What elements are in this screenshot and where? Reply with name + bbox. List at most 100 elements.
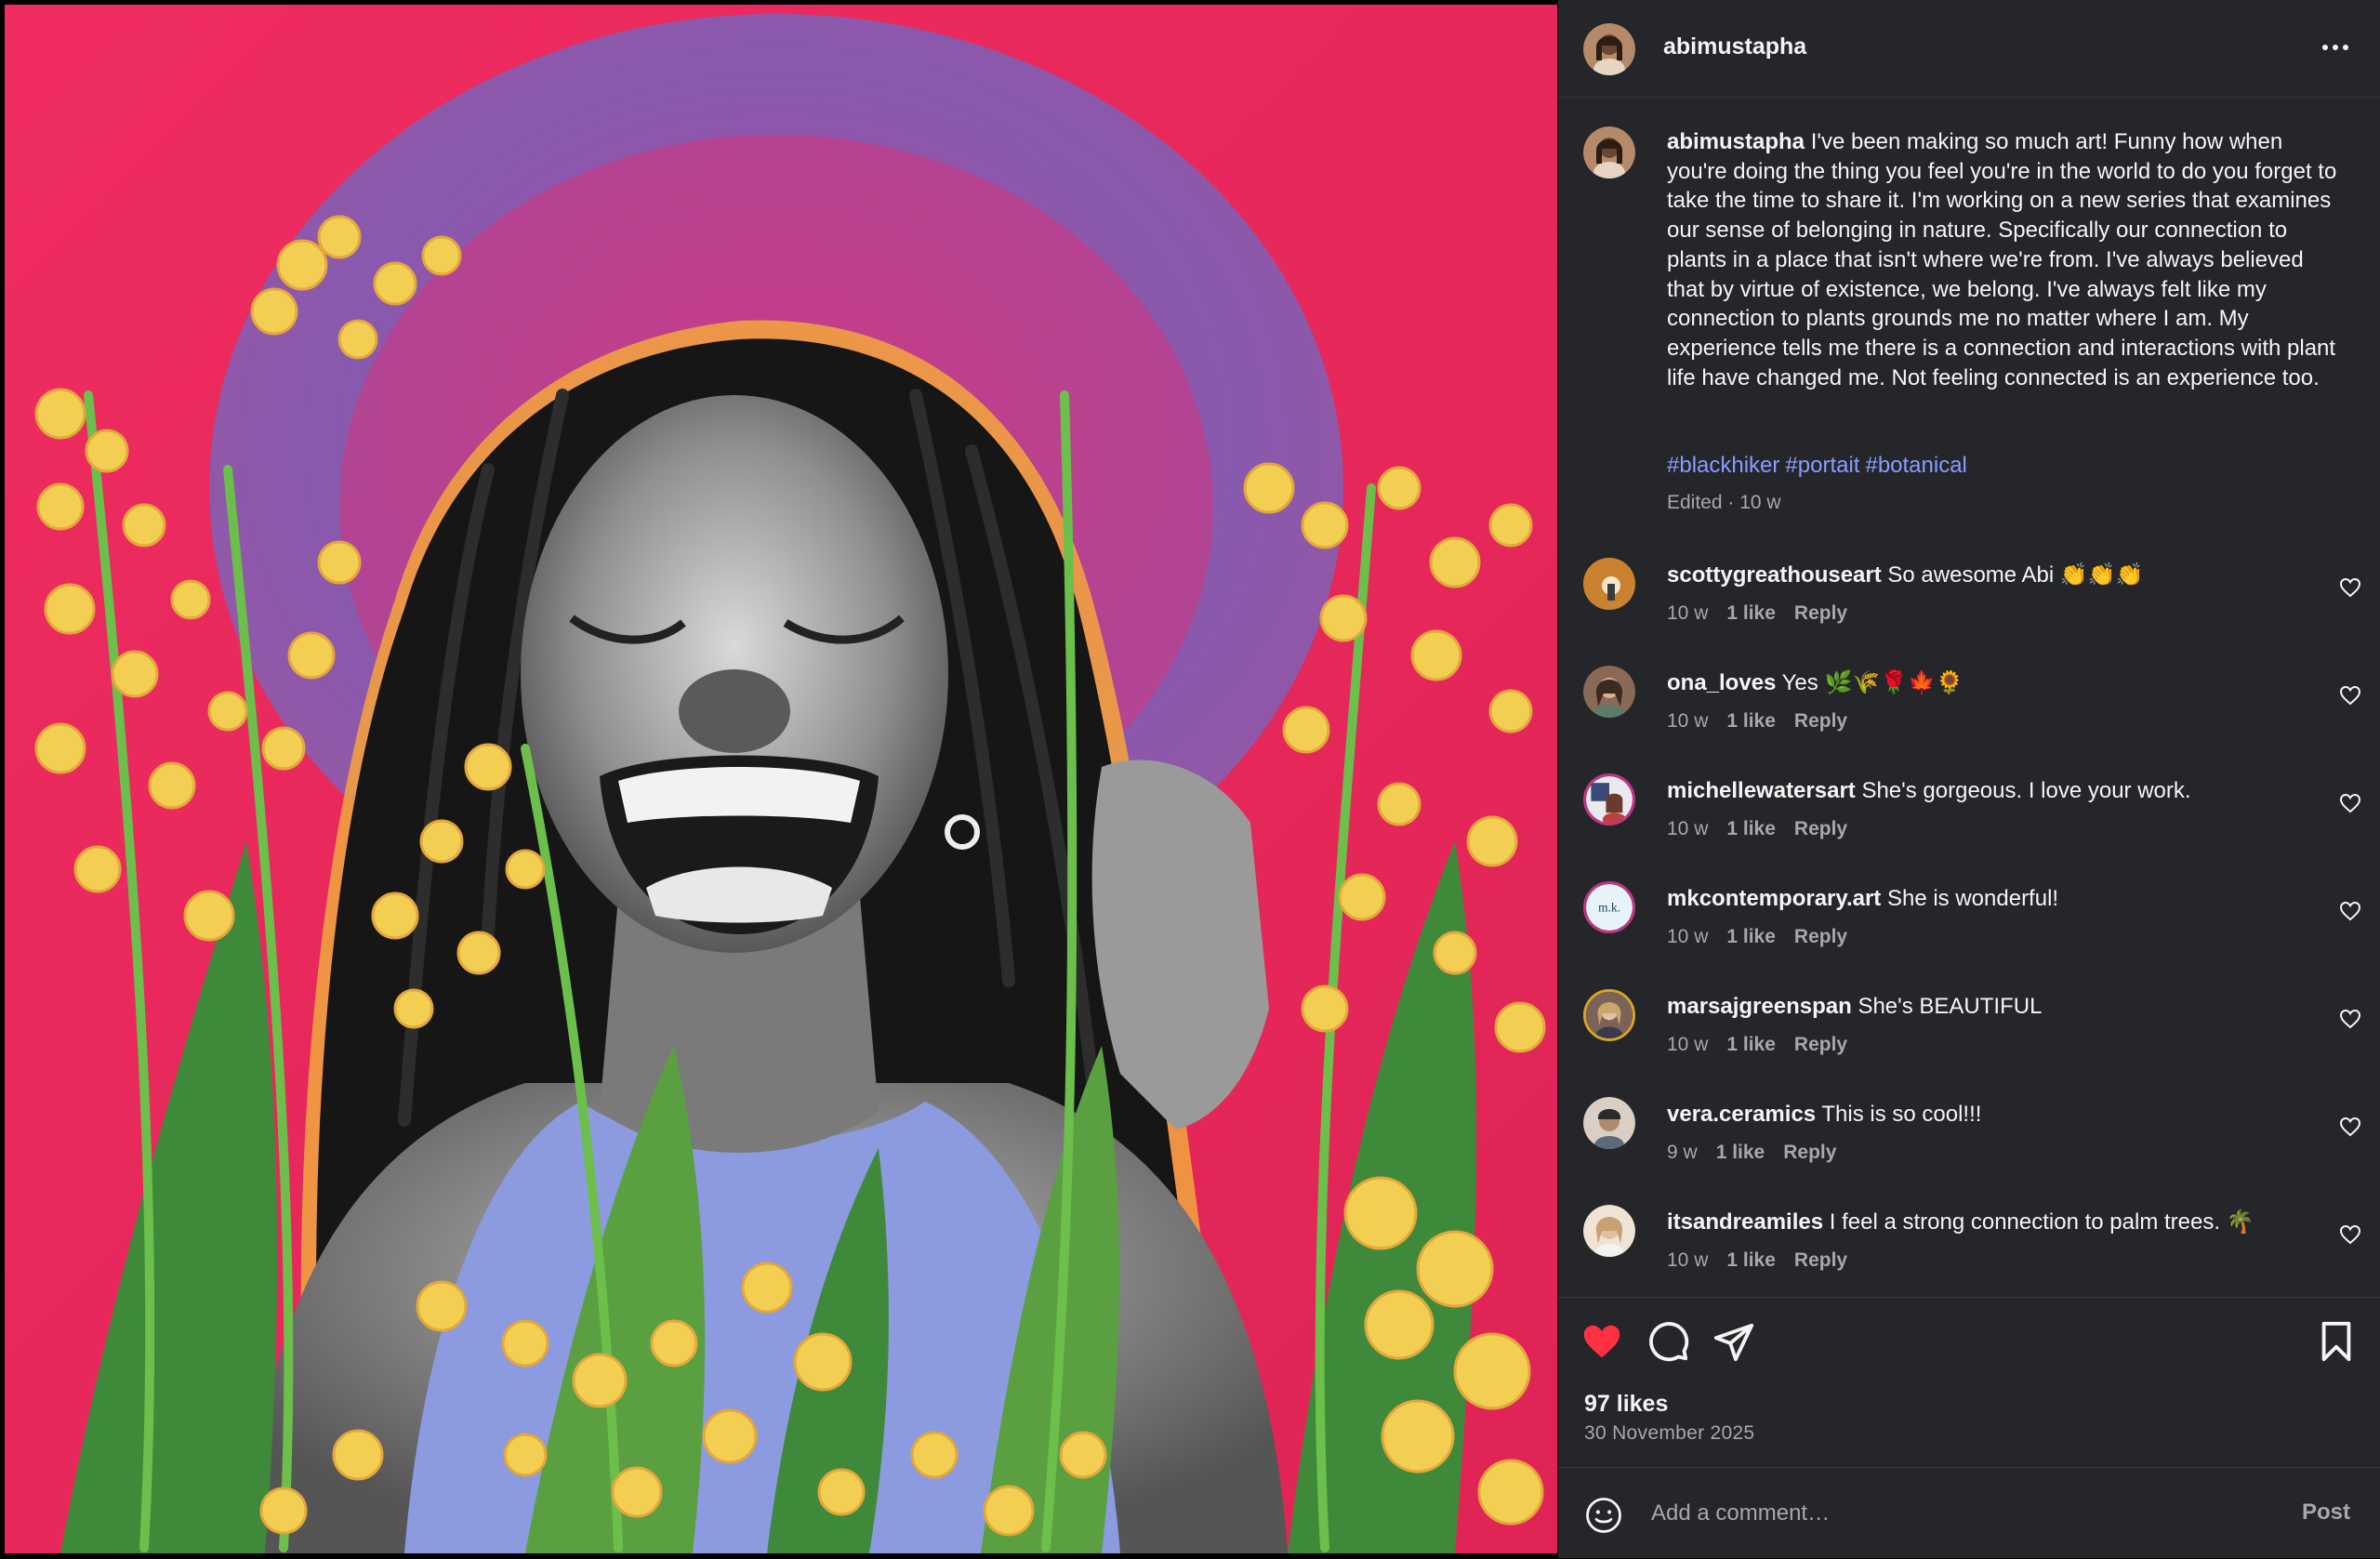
comment-heart-icon[interactable] xyxy=(2339,1008,2361,1030)
comment-time: 10 w xyxy=(1667,926,1709,947)
comment-body: mkcontemporary.art She is wonderful! xyxy=(1667,885,2299,913)
comment-time: 10 w xyxy=(1667,1249,1709,1271)
comment-time: 10 w xyxy=(1667,1034,1709,1055)
share-icon[interactable] xyxy=(1712,1320,1755,1363)
caption-author-avatar[interactable] xyxy=(1583,126,1635,178)
post-date: 30 November 2025 xyxy=(1584,1422,1755,1444)
reply-button[interactable]: Reply xyxy=(1794,926,1847,947)
comment-text: She is wonderful! xyxy=(1886,886,2059,911)
commenter-username[interactable]: mkcontemporary.art xyxy=(1667,886,1881,911)
comment-input[interactable] xyxy=(1649,1492,2229,1535)
comment-icon[interactable] xyxy=(1647,1320,1690,1363)
more-options-icon[interactable] xyxy=(2317,32,2354,63)
hashtag-link[interactable]: #botanical xyxy=(1865,453,1966,478)
post-actions: 97 likes 30 November 2025 xyxy=(1558,1297,2380,1465)
comment-heart-icon[interactable] xyxy=(2339,684,2361,707)
comment-time: 10 w xyxy=(1667,710,1709,732)
comment-meta: 10 w 1 like Reply xyxy=(1667,1249,1866,1272)
reply-button[interactable]: Reply xyxy=(1794,710,1847,732)
comment-body: itsandreamiles I feel a strong connectio… xyxy=(1667,1209,2299,1236)
emoji-icon[interactable] xyxy=(1584,1496,1623,1535)
comment-item: m.k. mkcontemporary.art She is wonderful… xyxy=(1558,881,2380,984)
author-avatar[interactable] xyxy=(1583,23,1635,75)
comment-likes[interactable]: 1 like xyxy=(1716,1142,1765,1163)
comment-text: She's BEAUTIFUL xyxy=(1858,994,2043,1019)
comment-item: scottygreathouseart So awesome Abi 👏👏👏 1… xyxy=(1558,558,2380,660)
commenter-avatar[interactable] xyxy=(1583,773,1635,826)
reply-button[interactable]: Reply xyxy=(1794,818,1847,839)
commenter-avatar[interactable] xyxy=(1583,1097,1635,1149)
comment-heart-icon[interactable] xyxy=(2339,1116,2361,1138)
comment-time: 10 w xyxy=(1667,818,1709,839)
reply-button[interactable]: Reply xyxy=(1794,602,1847,624)
instagram-post-view: abimustapha abimustapha I've been making… xyxy=(0,0,2380,1558)
hashtag-link[interactable]: #blackhiker xyxy=(1667,453,1779,478)
post-caption: abimustapha I've been making so much art… xyxy=(1667,127,2346,392)
comment-likes[interactable]: 1 like xyxy=(1726,602,1776,624)
caption-text: I've been making so much art! Funny how … xyxy=(1667,129,2337,390)
comment-heart-icon[interactable] xyxy=(2339,900,2361,922)
mk-logo-text: m.k. xyxy=(1598,900,1620,914)
reply-button[interactable]: Reply xyxy=(1794,1034,1847,1055)
caption-username[interactable]: abimustapha xyxy=(1667,129,1805,154)
comment-heart-icon[interactable] xyxy=(2339,1223,2361,1246)
comment-meta: 10 w 1 like Reply xyxy=(1667,602,1866,625)
comment-likes[interactable]: 1 like xyxy=(1726,1034,1776,1055)
commenter-username[interactable]: marsajgreenspan xyxy=(1667,994,1852,1019)
comment-time: 9 w xyxy=(1667,1142,1698,1163)
comment-body: marsajgreenspan She's BEAUTIFUL xyxy=(1667,993,2299,1021)
comment-heart-icon[interactable] xyxy=(2339,792,2361,814)
comment-text: This is so cool!!! xyxy=(1821,1102,1982,1127)
post-header: abimustapha xyxy=(1558,0,2380,98)
comment-body: ona_loves Yes 🌿🌾🌹🍁🌻 xyxy=(1667,669,2299,697)
comment-meta: 10 w 1 like Reply xyxy=(1667,926,1866,948)
commenter-username[interactable]: itsandreamiles xyxy=(1667,1209,1823,1235)
comment-meta: 9 w 1 like Reply xyxy=(1667,1142,1855,1164)
bookmark-icon[interactable] xyxy=(2315,1320,2358,1363)
reply-button[interactable]: Reply xyxy=(1794,1249,1847,1271)
comment-text: I feel a strong connection to palm trees… xyxy=(1829,1209,2254,1235)
comment-likes[interactable]: 1 like xyxy=(1726,818,1776,839)
post-comment-button[interactable]: Post xyxy=(2302,1500,2350,1526)
post-image[interactable] xyxy=(5,5,1557,1553)
commenter-avatar[interactable] xyxy=(1583,1205,1635,1257)
comments-scroll-area[interactable]: abimustapha I've been making so much art… xyxy=(1558,98,2380,1297)
comment-likes[interactable]: 1 like xyxy=(1726,710,1776,732)
comment-meta: 10 w 1 like Reply xyxy=(1667,710,1866,733)
comment-time: 10 w xyxy=(1667,602,1709,624)
comment-likes[interactable]: 1 like xyxy=(1726,1249,1776,1271)
likes-count[interactable]: 97 likes xyxy=(1584,1391,1668,1418)
commenter-avatar[interactable] xyxy=(1583,989,1635,1041)
comment-heart-icon[interactable] xyxy=(2339,576,2361,599)
commenter-username[interactable]: vera.ceramics xyxy=(1667,1102,1816,1127)
comment-item: marsajgreenspan She's BEAUTIFUL 10 w 1 li… xyxy=(1558,989,2380,1091)
commenter-username[interactable]: ona_loves xyxy=(1667,670,1776,695)
commenter-username[interactable]: michellewatersart xyxy=(1667,778,1856,803)
hashtag-link[interactable]: #portait xyxy=(1785,453,1859,478)
comment-body: vera.ceramics This is so cool!!! xyxy=(1667,1101,2299,1129)
comment-item: michellewatersart She's gorgeous. I love… xyxy=(1558,773,2380,876)
heart-icon[interactable] xyxy=(1580,1320,1623,1363)
commenter-username[interactable]: scottygreathouseart xyxy=(1667,562,1882,588)
comment-text: She's gorgeous. I love your work. xyxy=(1861,778,2191,803)
comment-likes[interactable]: 1 like xyxy=(1726,926,1776,947)
reply-button[interactable]: Reply xyxy=(1783,1142,1836,1163)
comment-body: michellewatersart She's gorgeous. I love… xyxy=(1667,777,2299,805)
commenter-avatar[interactable] xyxy=(1583,666,1635,718)
comment-meta: 10 w 1 like Reply xyxy=(1667,818,1866,840)
comment-body: scottygreathouseart So awesome Abi 👏👏👏 xyxy=(1667,562,2299,589)
hashtag-list: #blackhiker #portait #botanical xyxy=(1667,453,1973,479)
commenter-avatar[interactable]: m.k. xyxy=(1583,881,1635,933)
comment-meta: 10 w 1 like Reply xyxy=(1667,1034,1866,1056)
post-side-panel: abimustapha abimustapha I've been making… xyxy=(1558,0,2380,1558)
comment-item: vera.ceramics This is so cool!!! 9 w 1 li… xyxy=(1558,1097,2380,1199)
artwork-portrait-illustration xyxy=(5,5,1557,1553)
comment-text: So awesome Abi 👏👏👏 xyxy=(1887,562,2144,588)
add-comment-bar: Post xyxy=(1558,1467,2380,1559)
edited-timestamp: Edited · 10 w xyxy=(1667,492,1781,513)
comment-text: Yes 🌿🌾🌹🍁🌻 xyxy=(1781,670,1964,695)
comment-item: itsandreamiles I feel a strong connectio… xyxy=(1558,1205,2380,1297)
author-username[interactable]: abimustapha xyxy=(1663,33,1806,60)
comment-item: ona_loves Yes 🌿🌾🌹🍁🌻 10 w 1 like Reply xyxy=(1558,666,2380,768)
commenter-avatar[interactable] xyxy=(1583,558,1635,610)
